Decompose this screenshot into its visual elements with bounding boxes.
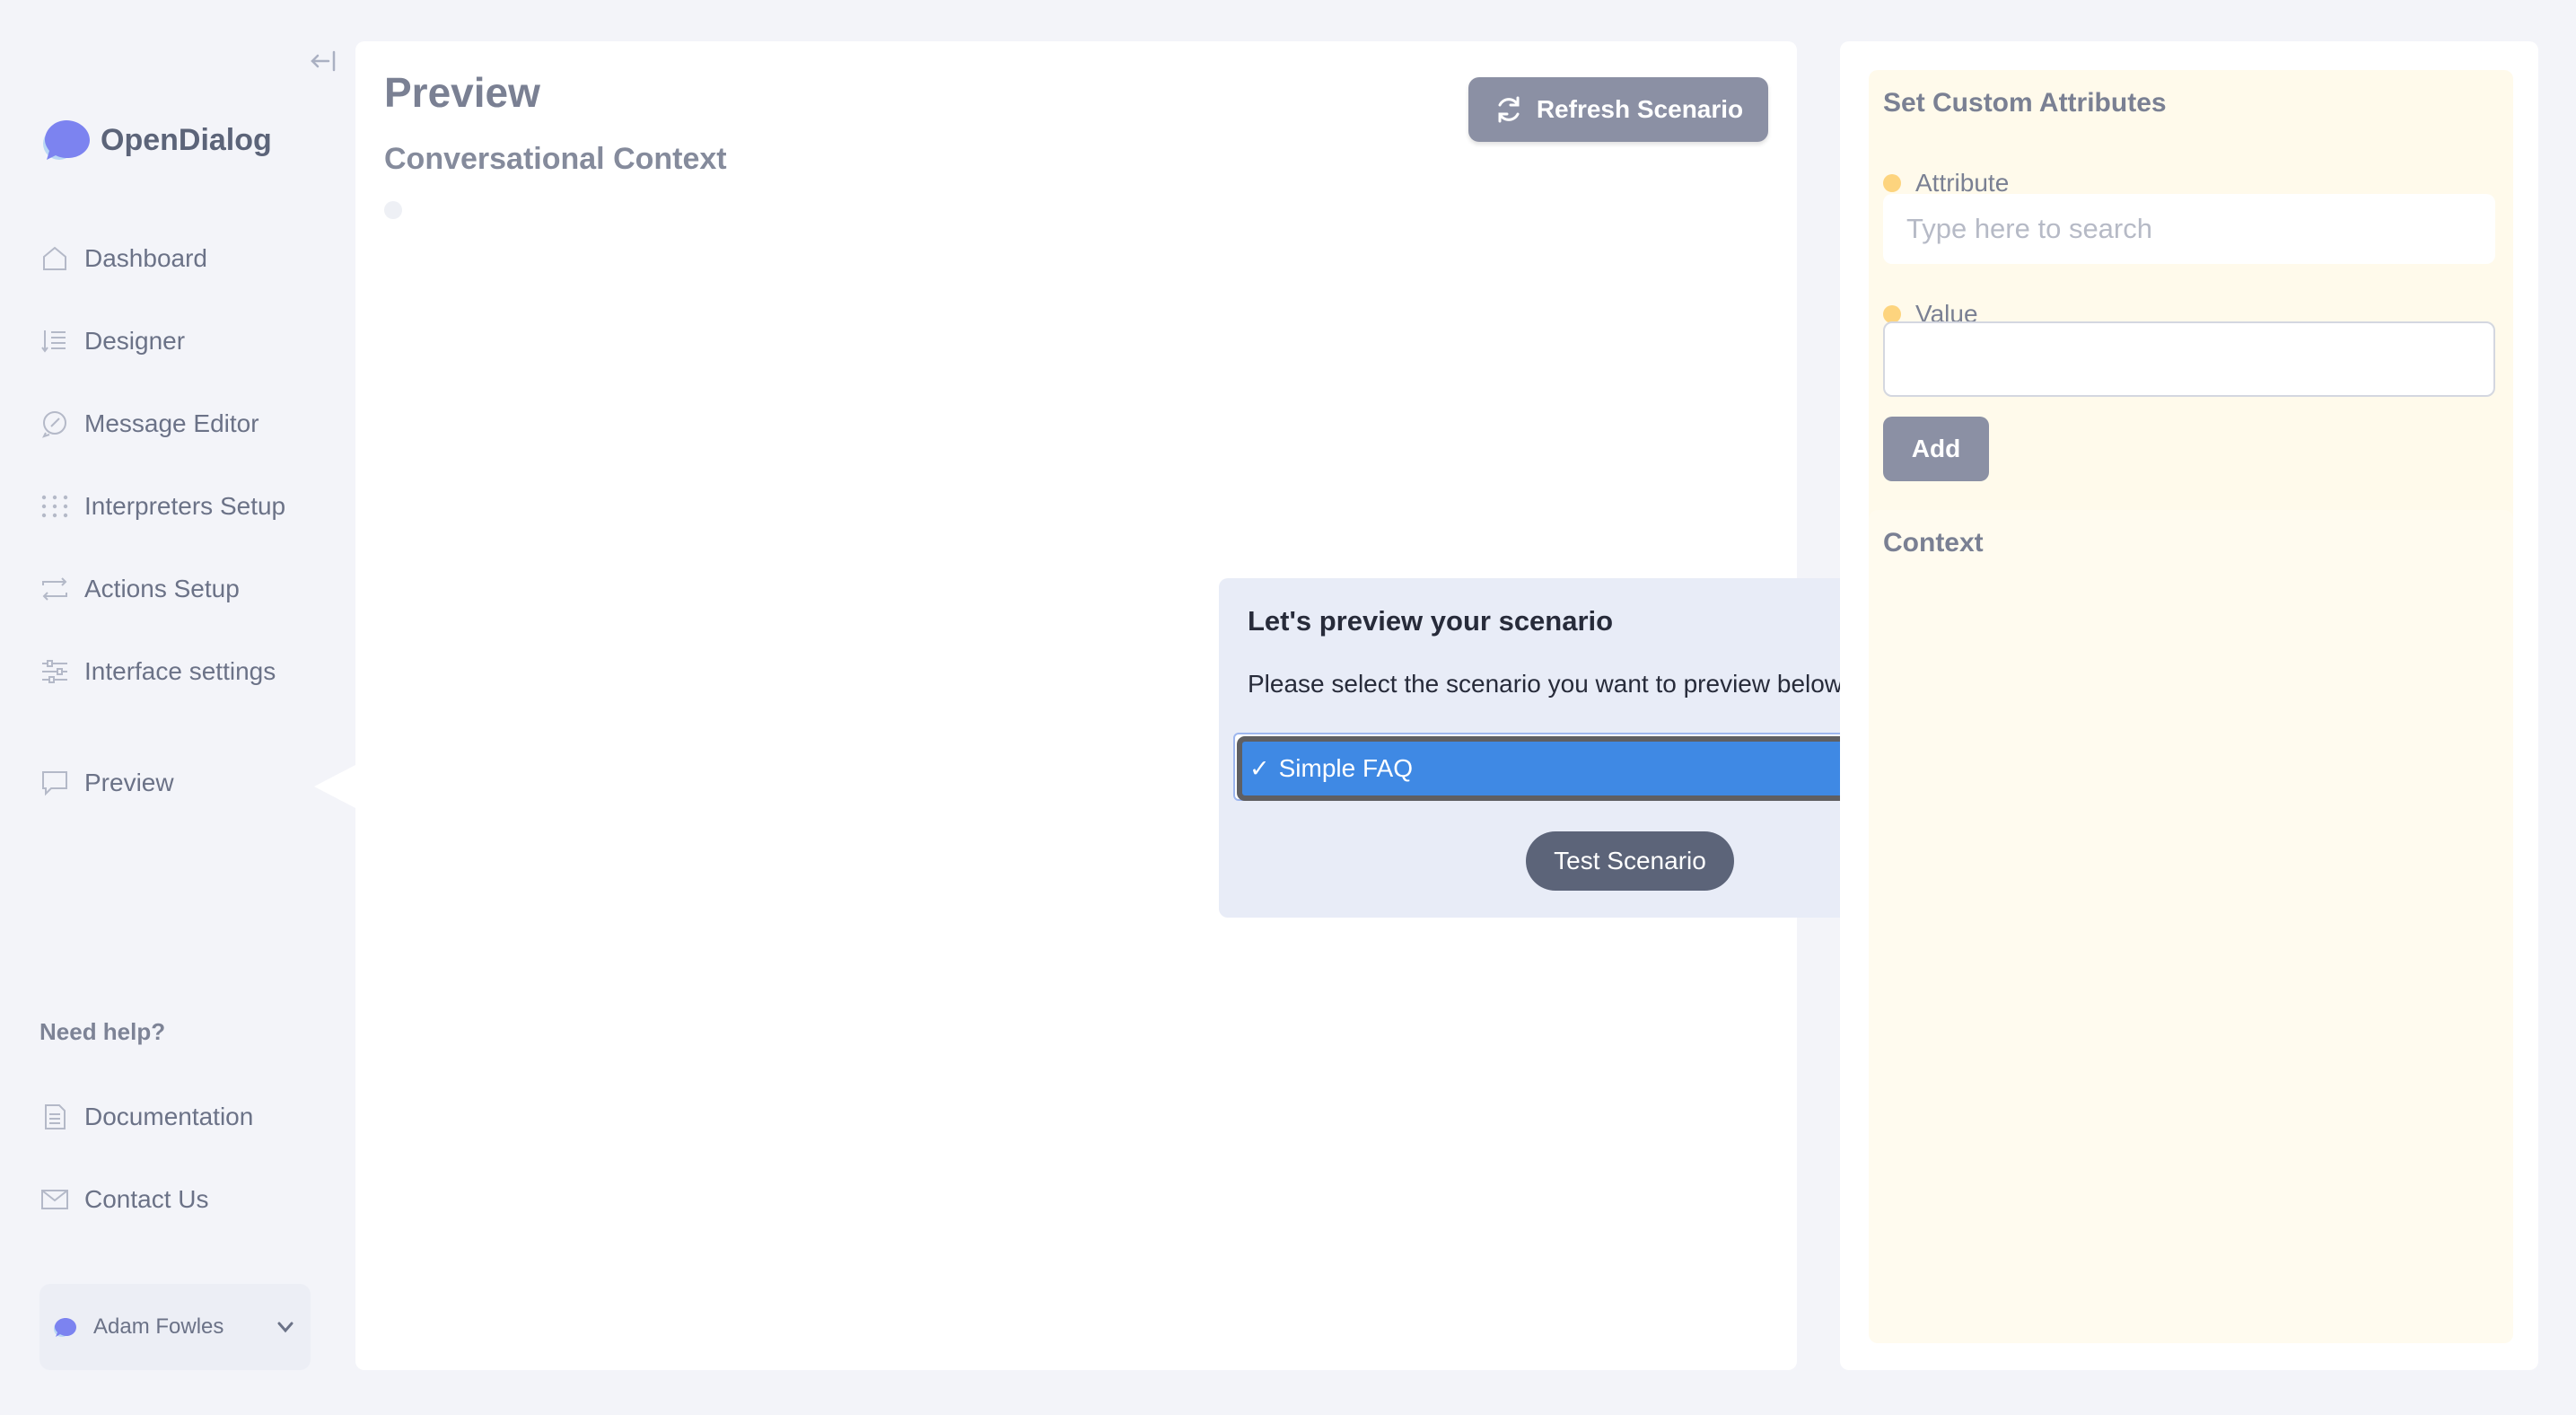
message-editor-icon [39, 409, 70, 439]
attribute-search-input[interactable] [1883, 194, 2495, 264]
app-name: OpenDialog [101, 122, 272, 157]
sidebar-item-actions-setup[interactable]: Actions Setup [39, 567, 240, 611]
page-title: Preview [384, 69, 540, 116]
dialog-instructions: Please select the scenario you want to p… [1248, 670, 1850, 698]
sliders-icon [39, 656, 70, 687]
help-section-title: Need help? [39, 1018, 166, 1045]
add-attribute-button[interactable]: Add [1883, 417, 1989, 481]
logo-icon [39, 113, 93, 167]
sidebar-item-documentation[interactable]: Documentation [39, 1095, 253, 1138]
sidebar-item-label: Interpreters Setup [84, 492, 286, 520]
sidebar-item-interpreters-setup[interactable]: Interpreters Setup [39, 485, 285, 528]
refresh-icon [1494, 94, 1524, 125]
actions-icon [39, 574, 70, 604]
document-icon [39, 1102, 70, 1132]
sidebar-item-contact-us[interactable]: Contact Us [39, 1178, 209, 1221]
sidebar-item-preview[interactable]: Preview [39, 761, 174, 804]
sidebar-item-label: Preview [84, 769, 174, 796]
sidebar-item-dashboard[interactable]: Dashboard [39, 237, 207, 280]
sidebar-item-label: Documentation [84, 1103, 254, 1130]
home-icon [39, 243, 70, 274]
active-item-indicator [314, 765, 355, 808]
refresh-scenario-button[interactable]: Refresh Scenario [1468, 77, 1768, 142]
custom-attributes-card: Set Custom Attributes Attribute Value Ad… [1869, 70, 2513, 535]
sidebar-item-label: Dashboard [84, 244, 207, 272]
dialog-title: Let's preview your scenario [1248, 605, 1614, 637]
sidebar-item-interface-settings[interactable]: Interface settings [39, 650, 276, 693]
context-title: Context [1883, 528, 1984, 558]
user-name: Adam Fowles [93, 1314, 224, 1339]
attributes-panel: Set Custom Attributes Attribute Value Ad… [1840, 41, 2538, 1370]
app-logo[interactable]: OpenDialog [39, 113, 272, 167]
designer-icon [39, 326, 70, 356]
value-input[interactable] [1883, 321, 2495, 397]
test-scenario-button[interactable]: Test Scenario [1526, 831, 1734, 891]
preview-icon [39, 768, 70, 798]
value-required-dot [1883, 305, 1901, 323]
scenario-option-label: Simple FAQ [1278, 754, 1414, 782]
sidebar-item-label: Message Editor [84, 409, 259, 437]
interpreters-icon [39, 491, 70, 522]
checkmark-icon: ✓ [1249, 754, 1270, 782]
sidebar-item-message-editor[interactable]: Message Editor [39, 402, 259, 445]
context-card: Context [1869, 510, 2513, 1343]
collapse-sidebar-icon[interactable] [309, 47, 337, 75]
mail-icon [39, 1184, 70, 1215]
attribute-required-dot [1883, 174, 1901, 192]
preview-panel: Preview Conversational Context Refresh S… [355, 41, 2027, 1370]
refresh-scenario-label: Refresh Scenario [1536, 95, 1744, 123]
user-menu[interactable]: Adam Fowles [39, 1284, 311, 1370]
chevron-down-icon [273, 1314, 298, 1340]
sidebar-item-label: Actions Setup [84, 575, 240, 602]
avatar [52, 1314, 77, 1340]
custom-attributes-title: Set Custom Attributes [1883, 88, 2167, 118]
context-status-dot [384, 201, 402, 219]
sidebar-item-label: Contact Us [84, 1185, 209, 1213]
sidebar-item-label: Designer [84, 327, 186, 355]
sidebar-item-label: Interface settings [84, 657, 276, 685]
conversational-context-title: Conversational Context [384, 142, 727, 176]
sidebar-item-designer[interactable]: Designer [39, 320, 185, 363]
